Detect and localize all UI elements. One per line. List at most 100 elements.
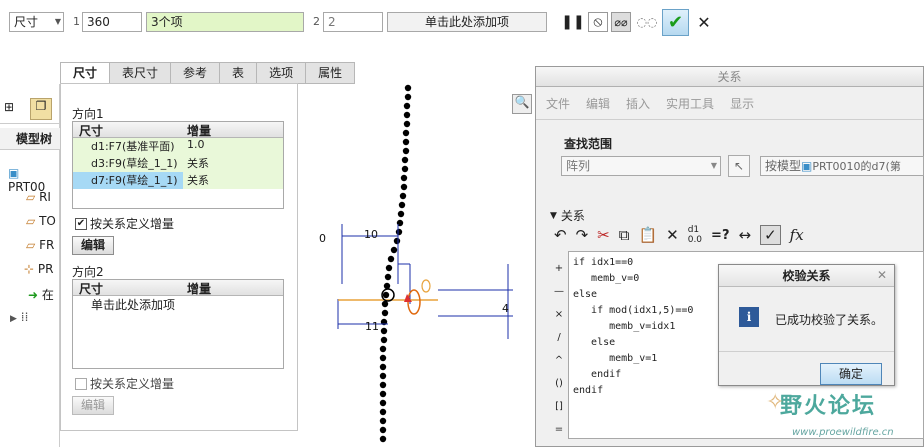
operator-brackets[interactable]: [] xyxy=(552,395,566,418)
pattern-icon: ⁞⁞ xyxy=(20,310,29,324)
look-in-label: 查找范围 xyxy=(564,137,613,151)
function-icon[interactable]: fx xyxy=(790,226,804,244)
table-row-selected[interactable]: d7:F9(草绘_1_1) 关系 xyxy=(73,172,283,189)
copy-icon[interactable]: ⧉ xyxy=(619,226,630,244)
undo-icon[interactable]: ↶ xyxy=(554,226,567,244)
row-increment[interactable]: 关系 xyxy=(183,155,209,172)
define-increment-by-relation-checkbox[interactable]: ✔ 按关系定义增量 xyxy=(75,215,174,232)
slot1-items: 3个项 xyxy=(151,15,183,29)
divider xyxy=(719,351,894,352)
select-pointer-icon[interactable]: ↖ xyxy=(728,155,750,177)
row-dimension: d7:F9(草绘_1_1) xyxy=(73,172,183,189)
direction1-title: 方向1 xyxy=(72,107,104,121)
type-dropdown-value: 尺寸 xyxy=(14,15,39,29)
model-ref-field[interactable]: 按模型▣PRT0010的d7(第 xyxy=(760,156,924,176)
tree-item[interactable]: ▱ TO xyxy=(26,214,56,228)
dimensions-panel: 方向1 尺寸 增量 d1:F7(基准平面) 1.0 d3:F9(草绘_1_1) … xyxy=(60,83,298,431)
model-tree-tab-icon[interactable]: ⊞ xyxy=(4,100,14,114)
checkbox-label: 按关系定义增量 xyxy=(90,377,175,391)
add-item-row[interactable]: 单击此处添加项 xyxy=(73,296,283,313)
part-icon: ▣ xyxy=(8,166,20,180)
pause-icon[interactable]: ❚❚ xyxy=(561,12,584,32)
slot2-index: 2 xyxy=(313,15,320,28)
operator-equals[interactable]: = xyxy=(552,418,566,441)
part-icon: ▣ xyxy=(801,159,813,173)
slot1-index: 1 xyxy=(73,15,80,28)
define-increment-by-relation-checkbox-2[interactable]: 按关系定义增量 xyxy=(75,375,174,392)
slot1-value: 360 xyxy=(87,15,110,29)
slot2-value-field[interactable]: 2 xyxy=(323,12,383,32)
datum-plane-icon: ▱ xyxy=(26,238,36,252)
accept-check-icon[interactable]: ✔ xyxy=(662,9,689,36)
table-header: 尺寸 增量 xyxy=(73,122,283,138)
checkbox-unchecked-icon xyxy=(75,377,87,390)
verify-glasses-icon[interactable]: ◌◌ xyxy=(637,12,658,32)
menu-insert[interactable]: 插入 xyxy=(626,95,650,112)
column-header-increment: 增量 xyxy=(187,282,212,296)
tab-tables[interactable]: 表 xyxy=(219,62,258,84)
table-row[interactable]: d1:F7(基准平面) 1.0 xyxy=(73,138,283,155)
close-icon[interactable]: ✕ xyxy=(877,268,887,282)
coord-sys-icon: ⊹ xyxy=(24,262,35,276)
navigator-tabs: ⊞ ❐ xyxy=(0,96,60,124)
folder-browser-tab-icon[interactable]: ❐ xyxy=(30,98,52,120)
slot2-items-collector[interactable]: 单击此处添加项 xyxy=(387,12,547,32)
model-tree-title: 模型树 xyxy=(16,132,53,146)
dimension-values-icon[interactable]: d1 0.0 xyxy=(688,225,702,245)
units-icon[interactable]: ↔ xyxy=(738,226,751,244)
tab-table-dimensions[interactable]: 表尺寸 xyxy=(109,62,172,84)
operators-column: + — × / ^ () [] = xyxy=(552,257,566,441)
operator-divide[interactable]: / xyxy=(552,326,566,349)
operator-parens[interactable]: () xyxy=(552,372,566,395)
slot1-items-collector[interactable]: 3个项 xyxy=(146,12,304,32)
ok-button[interactable]: 确定 xyxy=(820,363,882,385)
preview-glasses-icon[interactable]: ⌀⌀ xyxy=(611,12,631,32)
redo-icon[interactable]: ↷ xyxy=(576,226,589,244)
table-row[interactable]: d3:F9(草绘_1_1) 关系 xyxy=(73,155,283,172)
operator-multiply[interactable]: × xyxy=(552,303,566,326)
operator-minus[interactable]: — xyxy=(552,280,566,303)
tab-properties[interactable]: 属性 xyxy=(305,62,356,84)
relations-section-header[interactable]: ▼ 关系 xyxy=(550,207,585,224)
direction2-table[interactable]: 尺寸 增量 单击此处添加项 xyxy=(72,279,284,369)
tab-references[interactable]: 参考 xyxy=(170,62,221,84)
slot1-value-field[interactable]: 360 xyxy=(82,12,142,32)
tab-dimensions[interactable]: 尺寸 xyxy=(60,62,111,84)
menu-edit[interactable]: 编辑 xyxy=(586,95,610,112)
cut-icon[interactable]: ✂ xyxy=(597,226,610,244)
column-header-dimension: 尺寸 xyxy=(79,124,104,138)
direction1-table[interactable]: 尺寸 增量 d1:F7(基准平面) 1.0 d3:F9(草绘_1_1) 关系 d… xyxy=(72,121,284,209)
verify-message: 已成功校验了关系。 xyxy=(775,313,884,327)
sketch-dim-label: 4 xyxy=(502,302,509,315)
no-preview-icon[interactable]: ⦸ xyxy=(588,12,608,32)
menu-show[interactable]: 显示 xyxy=(730,95,754,112)
tree-item[interactable]: ⊹ PR xyxy=(24,262,53,276)
tab-options[interactable]: 选项 xyxy=(256,62,307,84)
edit-button[interactable]: 编辑 xyxy=(72,236,115,255)
operator-power[interactable]: ^ xyxy=(552,349,566,372)
delete-icon[interactable]: ✕ xyxy=(666,226,679,244)
paste-icon[interactable]: 📋 xyxy=(638,226,657,244)
scope-dropdown[interactable]: 阵列 ▼ xyxy=(561,156,721,176)
evaluate-icon[interactable]: =? xyxy=(711,228,729,243)
verify-relations-icon[interactable]: ✓ xyxy=(760,225,781,245)
edit-button-disabled: 编辑 xyxy=(72,396,115,415)
tree-item-pattern[interactable]: ▶ ⁞⁞ xyxy=(10,310,28,324)
watermark-text: 野火论坛 xyxy=(780,394,877,419)
type-dropdown[interactable]: 尺寸 ▼ xyxy=(9,12,64,32)
tree-item[interactable]: ➜ 在 xyxy=(28,286,54,303)
row-increment[interactable]: 1.0 xyxy=(183,138,205,155)
graphics-area[interactable]: 0 10 11 4 🔍 xyxy=(298,84,535,447)
datum-plane-icon: ▱ xyxy=(26,190,36,204)
column-header-dimension: 尺寸 xyxy=(79,282,104,296)
menu-utilities[interactable]: 实用工具 xyxy=(666,95,714,112)
row-increment[interactable]: 关系 xyxy=(183,172,209,189)
tree-item[interactable]: ▱ RI xyxy=(26,190,51,204)
tree-item[interactable]: ▱ FR xyxy=(26,238,54,252)
cancel-x-icon[interactable]: ✕ xyxy=(694,12,714,32)
zoom-search-icon[interactable]: 🔍 xyxy=(512,94,532,114)
relations-section-label: 关系 xyxy=(560,209,585,223)
menu-file[interactable]: 文件 xyxy=(546,95,570,112)
operator-plus[interactable]: + xyxy=(552,257,566,280)
model-tree-pane: ⊞ ❐ 模型树 ▣ PRT00 ▱ RI ▱ TO ▱ FR ⊹ PR ➜ 在 … xyxy=(0,84,60,447)
